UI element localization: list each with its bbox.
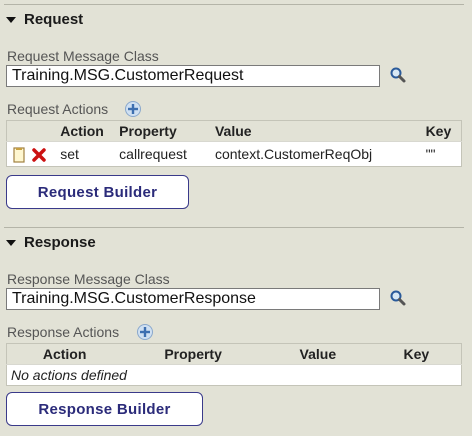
response-message-class-value: Training.MSG.CustomerResponse xyxy=(12,290,256,307)
table-header-row: Action Property Value Key xyxy=(6,343,462,365)
table-row: No actions defined xyxy=(6,364,462,386)
plus-circle-icon[interactable] xyxy=(136,323,154,341)
triangle-down-icon xyxy=(6,17,16,23)
header-property: Property xyxy=(118,343,264,365)
header-property: Property xyxy=(115,120,211,142)
triangle-down-icon xyxy=(6,240,16,246)
request-message-class-value: Training.MSG.CustomerRequest xyxy=(12,67,244,84)
top-divider xyxy=(4,4,464,5)
response-section-toggle[interactable]: Response xyxy=(6,234,96,251)
section-divider xyxy=(4,227,464,228)
header-action: Action xyxy=(6,343,119,365)
row-value: context.CustomerReqObj xyxy=(210,141,422,167)
request-actions-table: Action Property Value Key set callreques… xyxy=(6,120,462,167)
header-key: Key xyxy=(421,120,462,142)
magnifier-icon[interactable] xyxy=(389,66,407,84)
response-message-class-field[interactable]: Training.MSG.CustomerResponse xyxy=(6,288,380,310)
request-message-class-field[interactable]: Training.MSG.CustomerRequest xyxy=(6,65,380,87)
red-x-icon[interactable] xyxy=(31,147,47,163)
request-message-class-label: Request Message Class xyxy=(7,48,159,64)
header-value: Value xyxy=(210,120,422,142)
response-section-title: Response xyxy=(24,234,96,251)
request-builder-button[interactable]: Request Builder xyxy=(6,175,189,209)
request-section-title: Request xyxy=(24,11,84,28)
row-key: "" xyxy=(421,141,462,167)
row-icons-cell xyxy=(6,141,57,167)
magnifier-icon[interactable] xyxy=(389,289,407,307)
response-message-class-label: Response Message Class xyxy=(7,271,170,287)
table-header-row: Action Property Value Key xyxy=(6,120,462,142)
header-key: Key xyxy=(367,343,462,365)
response-actions-table: Action Property Value Key No actions def… xyxy=(6,343,462,386)
row-action: set xyxy=(56,141,116,167)
document-edit-icon[interactable] xyxy=(13,147,25,163)
response-actions-label: Response Actions xyxy=(7,324,120,340)
row-property: callrequest xyxy=(115,141,211,167)
response-builder-button[interactable]: Response Builder xyxy=(6,392,203,426)
table-row[interactable]: set callrequest context.CustomerReqObj "… xyxy=(6,141,462,167)
request-section-toggle[interactable]: Request xyxy=(6,11,83,28)
empty-actions-message: No actions defined xyxy=(6,364,462,386)
header-action: Action xyxy=(56,120,116,142)
header-value: Value xyxy=(263,343,368,365)
header-icons-cell xyxy=(6,120,57,142)
plus-circle-icon[interactable] xyxy=(124,100,142,118)
request-actions-label: Request Actions xyxy=(7,101,109,117)
